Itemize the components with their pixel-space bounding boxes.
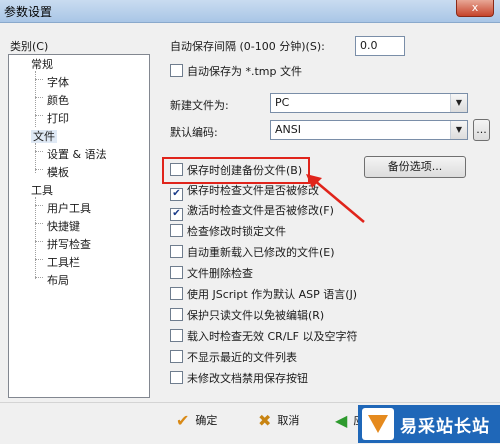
tree-item-layout[interactable]: 布局 [47,273,69,289]
new-file-label: 新建文件为: [170,99,229,112]
option-disable-save[interactable]: 未修改文档禁用保存按钮 [170,371,308,387]
highlight-box [162,157,310,184]
tree-line [35,205,43,206]
tree-line [35,97,43,98]
encoding-label: 默认编码: [170,126,218,139]
option-hide-recent[interactable]: 不显示最近的文件列表 [170,350,297,366]
cross-icon: ✖ [258,411,272,430]
option-protect-readonly[interactable]: 保护只读文件以免被编辑(R) [170,308,324,324]
checkbox[interactable] [170,266,183,279]
tree-line [35,241,43,242]
tree-line [35,277,43,278]
cancel-button[interactable]: ✖ 取消 [258,409,299,433]
encoding-more-button[interactable]: ... [473,119,490,141]
tree-line [35,115,43,116]
tree-item-tools[interactable]: 工具 [31,183,53,199]
tree-line [35,259,43,260]
new-file-select[interactable]: PC ▼ [270,93,468,113]
tree-item-shortcuts[interactable]: 快捷键 [47,219,80,235]
tree-line [35,151,43,152]
tree-item-user-tools[interactable]: 用户工具 [47,201,91,217]
checkbox[interactable] [170,287,183,300]
chevron-down-icon: ▼ [450,121,467,139]
backup-options-button[interactable]: 备份选项... [364,156,466,178]
check-icon: ✔ [176,411,190,430]
category-label: 类别(C) [10,40,49,53]
annotation-arrow-icon [306,174,365,223]
chevron-down-icon: ▼ [450,94,467,112]
checkbox[interactable] [170,329,183,342]
title-bar: 参数设置 x [0,0,500,23]
autosave-interval-label: 自动保存间隔 (0-100 分钟)(S): [170,40,325,53]
checkbox[interactable] [170,350,183,363]
option-delete-check[interactable]: 文件删除检查 [170,266,253,282]
tree-item-toolbar[interactable]: 工具栏 [47,255,80,271]
watermark-logo-icon [362,408,394,440]
watermark-text: 易采站长站 [400,417,490,437]
tree-item-file[interactable]: 文件 [31,129,57,145]
option-jscript-asp[interactable]: 使用 JScript 作为默认 ASP 语言(J) [170,287,357,303]
checkbox-checked[interactable]: ✔ [170,188,183,201]
ok-button[interactable]: ✔ 确定 [176,409,217,433]
autosave-interval-input[interactable]: 0.0 [355,36,405,56]
arrow-left-icon: ◀ [335,411,348,430]
window-title: 参数设置 [4,5,53,19]
tree-item-general[interactable]: 常规 [31,57,53,73]
tree-line [35,79,43,80]
encoding-select[interactable]: ANSI ▼ [270,120,468,140]
option-check-crlf[interactable]: 载入时检查无效 CR/LF 以及空字符 [170,329,357,345]
tree-item-spellcheck[interactable]: 拼写检查 [47,237,91,253]
tree-item-print[interactable]: 打印 [47,111,69,127]
option-auto-reload[interactable]: 自动重新载入已修改的文件(E) [170,245,335,261]
close-button[interactable]: x [456,0,494,17]
tree-line [35,169,43,170]
checkbox[interactable] [170,371,183,384]
category-tree[interactable]: 常规 字体 颜色 打印 文件 设置 & 语法 模板 工具 用户工具 快捷键 拼写… [8,54,150,398]
watermark: 易采站长站 [358,405,500,443]
close-icon: x [471,1,479,14]
option-check-modified-on-save[interactable]: ✔ 保存时检查文件是否被修改 [170,183,319,201]
option-lock-file[interactable]: 检查修改时锁定文件 [170,224,286,240]
tree-item-font[interactable]: 字体 [47,75,69,91]
checkbox-checked[interactable]: ✔ [170,208,183,221]
autosave-tmp-option[interactable]: 自动保存为 *.tmp 文件 [170,64,302,80]
checkbox[interactable] [170,64,183,77]
checkbox[interactable] [170,308,183,321]
tree-item-settings-syntax[interactable]: 设置 & 语法 [47,147,107,163]
checkbox[interactable] [170,224,183,237]
tree-item-color[interactable]: 颜色 [47,93,69,109]
tree-item-template[interactable]: 模板 [47,165,69,181]
tree-line [35,197,36,279]
checkbox[interactable] [170,245,183,258]
tree-line [35,223,43,224]
